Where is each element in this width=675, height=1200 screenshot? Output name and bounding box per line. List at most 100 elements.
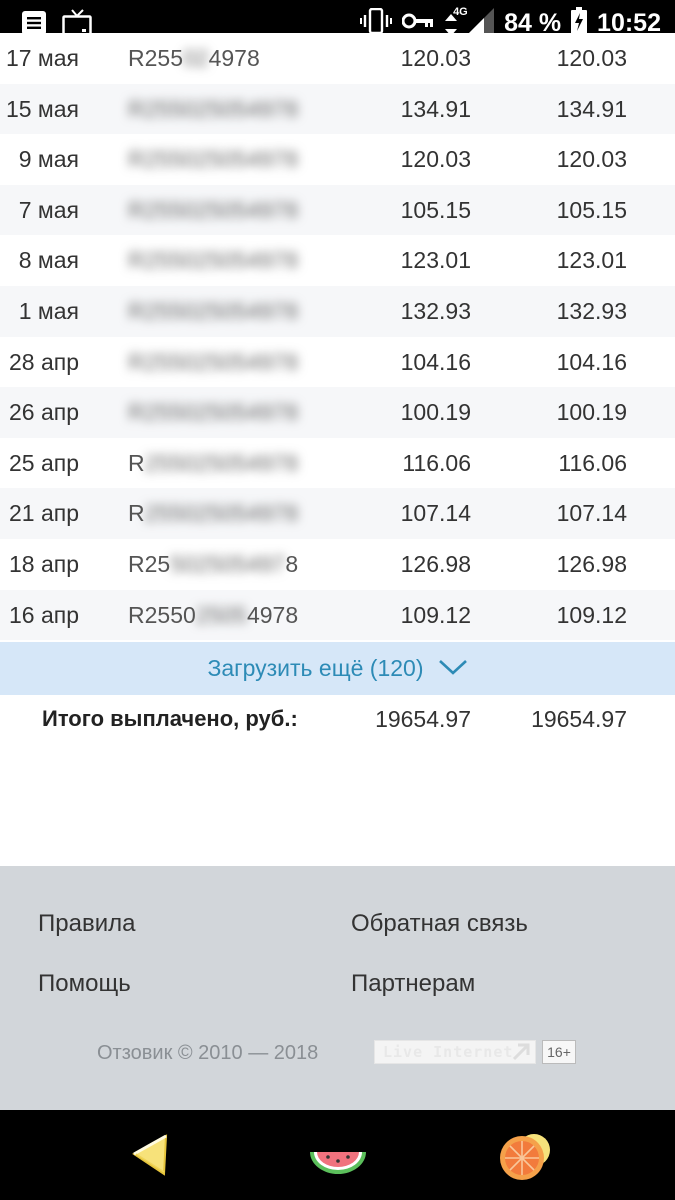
orange-icon[interactable] [496, 1130, 560, 1180]
row-amount-1: 132.93 [400, 297, 471, 324]
row-amount-2: 107.14 [556, 500, 627, 527]
row-id-masked: R255025054978 [128, 185, 308, 235]
row-amount-1: 134.91 [400, 95, 471, 122]
total-value-2: 19654.97 [531, 706, 627, 732]
row-amount-1: 120.03 [400, 45, 471, 71]
watermelon-icon[interactable] [306, 1130, 366, 1180]
row-id-visible: R25 [128, 550, 171, 577]
row-date: 16 апр [8, 601, 79, 628]
row-id-masked: R255025054978 [128, 337, 308, 387]
age-rating-badge: 16+ [542, 1040, 576, 1064]
row-amount-2: 126.98 [556, 550, 627, 577]
table-row: 26 апр R255025054978 100.19 100.19 [0, 387, 675, 438]
row-amount-2: 105.15 [556, 196, 627, 223]
row-amount-1: 100.19 [400, 399, 471, 426]
row-date: 15 мая [5, 95, 79, 122]
table-row: 9 мая R255025054978 120.03 120.03 [0, 134, 675, 185]
footer-link-help[interactable]: Помощь [38, 970, 131, 998]
row-id-blurred: 02 [182, 45, 209, 71]
footer-link-partners[interactable]: Партнерам [351, 970, 475, 998]
row-id-visible: R [128, 449, 145, 476]
row-date: 1 мая [18, 297, 79, 324]
table-row: 8 мая R255025054978 123.01 123.01 [0, 235, 675, 286]
row-id-visible: R255 [128, 45, 183, 71]
table-row: 21 апр R255025054978 107.14 107.14 [0, 488, 675, 539]
row-date: 21 апр [8, 500, 79, 527]
row-amount-2: 116.06 [558, 449, 627, 476]
row-amount-1: 107.14 [400, 500, 471, 527]
row-id-visible: R2550 [128, 601, 196, 628]
row-id-blurred: 255025054978 [144, 500, 299, 527]
row-id-blurred: R255025054978 [128, 348, 299, 375]
row-amount-2: 109.12 [556, 601, 627, 628]
payouts-table: 17 мая R255024978 120.03 120.03 15 мая R25502… [0, 33, 675, 641]
load-more-button[interactable]: Загрузить ещё (120) [0, 642, 675, 695]
row-date: 17 мая [5, 45, 79, 71]
total-row: Итого выплачено, руб.: 19654.97 19654.97 [0, 696, 675, 746]
footer-link-feedback[interactable]: Обратная связь [351, 910, 528, 938]
row-amount-2: 132.93 [556, 297, 627, 324]
row-date: 28 апр [8, 348, 79, 375]
table-row: 1 мая R255025054978 132.93 132.93 [0, 285, 675, 337]
row-id-blurred: R255025054978 [128, 297, 299, 324]
row-amount-2: 100.19 [556, 399, 627, 426]
row-id-masked: R255025054978 [128, 84, 308, 134]
row-date: 26 апр [8, 399, 79, 426]
table-row: 7 мая R255025054978 105.15 105.15 [0, 184, 675, 236]
row-amount-1: 123.01 [400, 247, 471, 274]
row-id-blurred: 255025054978 [144, 449, 299, 476]
row-id-masked: R255024978 [128, 33, 308, 83]
footer-link-rules[interactable]: Правила [38, 910, 135, 938]
row-id-blurred: R255025054978 [128, 196, 299, 223]
row-id-tail: 4978 [208, 45, 260, 71]
row-id-masked: R255025054978 [128, 235, 308, 285]
row-id-masked: R255025054978 [128, 488, 308, 538]
row-id-blurred: 2505 [195, 601, 247, 628]
row-id-masked: R255025054978 [128, 539, 308, 589]
chevron-down-icon [438, 655, 468, 682]
row-id-masked: R255025054978 [128, 134, 308, 184]
liveinternet-counter[interactable]: Live Internet [374, 1040, 536, 1064]
key-icon [401, 12, 434, 35]
row-amount-1: 109.12 [400, 601, 471, 628]
row-id-tail: 4978 [246, 601, 299, 628]
row-date: 25 апр [8, 449, 79, 476]
row-amount-1: 120.03 [400, 146, 471, 173]
row-date: 18 апр [8, 550, 79, 577]
total-label: Итого выплачено, руб.: [42, 706, 298, 731]
row-id-blurred: R255025054978 [128, 146, 299, 173]
navigation-bar [0, 1110, 675, 1200]
row-date: 7 мая [18, 196, 79, 223]
row-id-masked: R255025054978 [128, 590, 308, 640]
row-amount-1: 104.16 [400, 348, 471, 375]
lemon-icon[interactable] [122, 1130, 182, 1180]
network-type-label: 4G [453, 6, 468, 18]
row-id-masked: R255025054978 [128, 286, 308, 336]
row-id-blurred: R255025054978 [128, 399, 299, 426]
table-row: 25 апр R255025054978 116.06 116.06 [0, 437, 675, 489]
row-id-tail: 8 [285, 550, 299, 577]
load-more-label: Загрузить ещё (120) [207, 655, 424, 681]
arrow-up-right-icon [511, 1043, 531, 1065]
row-amount-1: 116.06 [402, 449, 471, 476]
row-amount-2: 134.91 [556, 95, 627, 122]
row-date: 8 мая [18, 247, 79, 274]
row-id-blurred: 502505497 [170, 550, 286, 577]
copyright: Отзовик © 2010 — 2018 [97, 1042, 319, 1064]
footer: Правила Обратная связь Помощь Партнерам … [0, 866, 675, 1110]
row-amount-1: 126.98 [400, 550, 471, 577]
row-amount-2: 104.16 [556, 348, 627, 375]
row-id-masked: R255025054978 [128, 387, 308, 437]
row-amount-2: 123.01 [556, 247, 627, 274]
row-id-blurred: R255025054978 [128, 95, 299, 122]
row-id-blurred: R255025054978 [128, 247, 299, 274]
counter-label: Live Internet [383, 1043, 514, 1061]
table-row: 28 апр R255025054978 104.16 104.16 [0, 336, 675, 388]
table-row: 15 мая R255025054978 134.91 134.91 [0, 83, 675, 135]
total-value-1: 19654.97 [375, 706, 471, 732]
row-amount-1: 105.15 [400, 196, 471, 223]
table-row: 18 апр R255025054978 126.98 126.98 [0, 538, 675, 590]
table-row: 16 апр R255025054978 109.12 109.12 [0, 589, 675, 641]
row-id-visible: R [128, 500, 145, 527]
table-row: 17 мая R255024978 120.03 120.03 [0, 33, 675, 84]
